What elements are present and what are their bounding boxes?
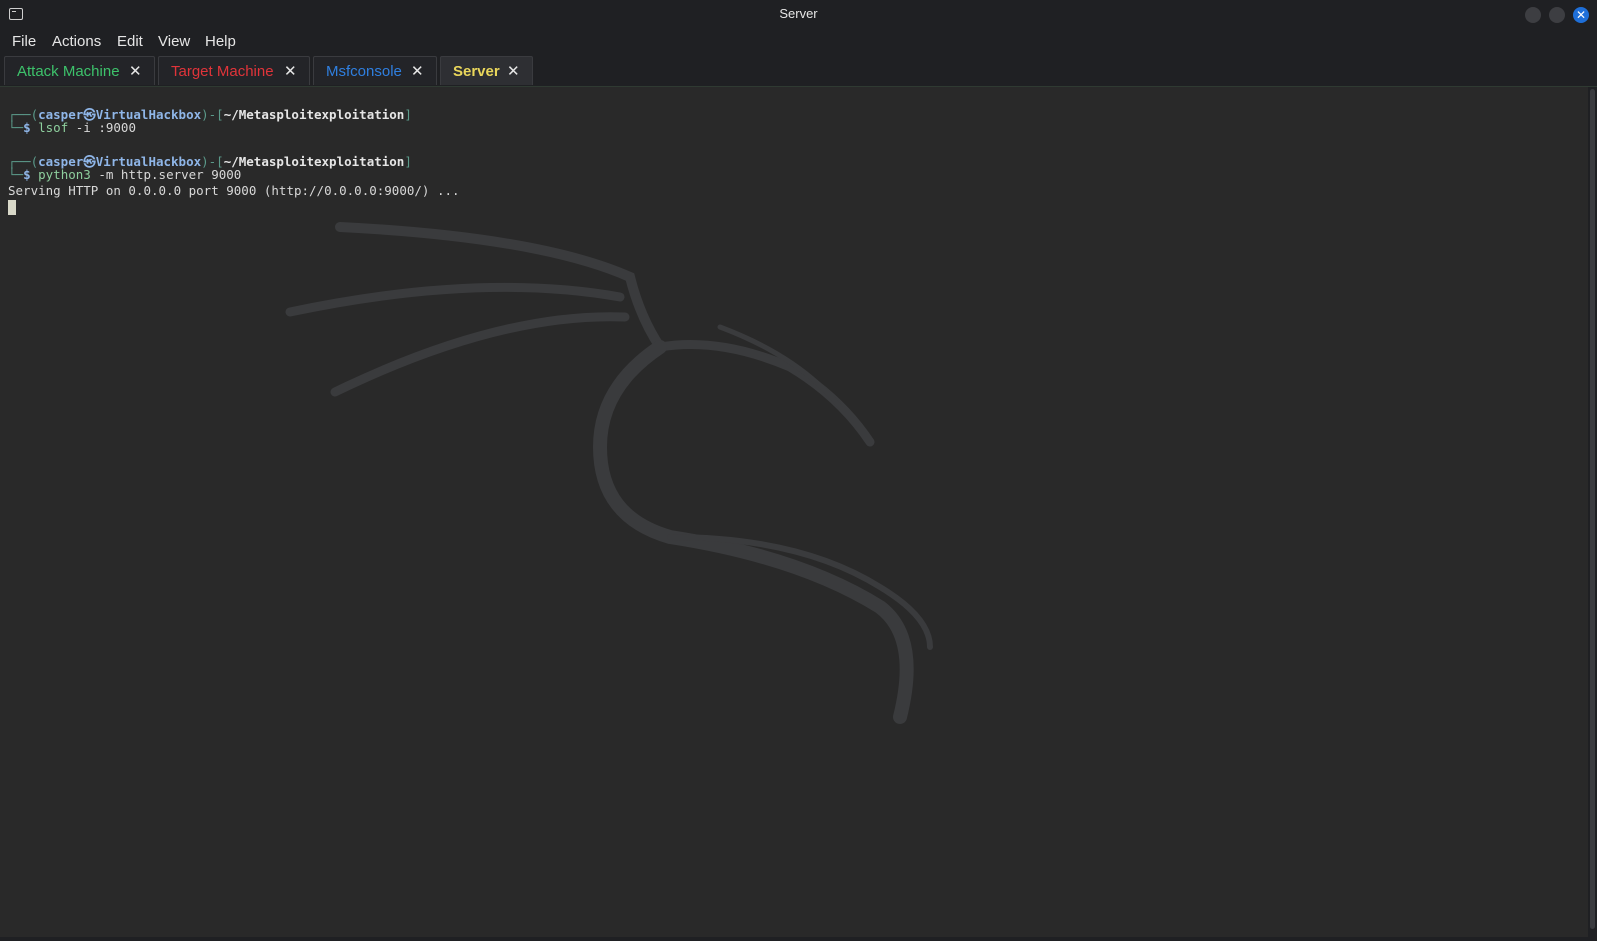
kali-dragon-logo	[285, 222, 933, 724]
close-button[interactable]: ✕	[1573, 7, 1589, 23]
menu-view[interactable]: View	[158, 33, 190, 50]
close-icon[interactable]: ✕	[284, 62, 297, 80]
tab-label: Msfconsole	[326, 63, 402, 80]
tab-label: Target Machine	[171, 63, 274, 80]
bottom-border	[0, 937, 1597, 941]
command-line: └─$ python3 -m http.server 9000	[8, 167, 242, 182]
tab-label: Server	[453, 63, 500, 80]
minimize-button[interactable]	[1525, 7, 1541, 23]
terminal-window: Server ✕ File Actions Edit View Help Att…	[0, 0, 1597, 941]
server-output: Serving HTTP on 0.0.0.0 port 9000 (http:…	[8, 183, 460, 198]
scrollbar-thumb[interactable]	[1590, 89, 1595, 929]
menu-actions[interactable]: Actions	[52, 33, 101, 50]
tab-attack-machine[interactable]: Attack Machine ✕	[4, 56, 155, 85]
title-bar[interactable]: Server ✕	[0, 0, 1597, 29]
menu-help[interactable]: Help	[205, 33, 236, 50]
tab-server[interactable]: Server ✕	[440, 56, 533, 85]
tab-target-machine[interactable]: Target Machine ✕	[158, 56, 310, 85]
tab-bar: Attack Machine ✕ Target Machine ✕ Msfcon…	[0, 54, 1597, 87]
maximize-button[interactable]	[1549, 7, 1565, 23]
window-title: Server	[779, 6, 818, 21]
close-icon[interactable]: ✕	[129, 62, 142, 80]
tab-msfconsole[interactable]: Msfconsole ✕	[313, 56, 437, 85]
text-cursor	[8, 200, 16, 215]
close-icon[interactable]: ✕	[507, 62, 520, 80]
menu-bar: File Actions Edit View Help	[0, 29, 1597, 54]
close-icon: ✕	[1575, 8, 1587, 22]
menu-edit[interactable]: Edit	[117, 33, 143, 50]
scrollbar[interactable]	[1588, 87, 1597, 937]
close-icon[interactable]: ✕	[411, 62, 424, 80]
tab-label: Attack Machine	[17, 63, 120, 80]
command-line: └─$ lsof -i :9000	[8, 120, 136, 135]
terminal-output-area[interactable]: ┌──(casper㉿VirtualHackbox)-[~/Metasploit…	[0, 87, 1588, 937]
menu-file[interactable]: File	[12, 33, 36, 50]
